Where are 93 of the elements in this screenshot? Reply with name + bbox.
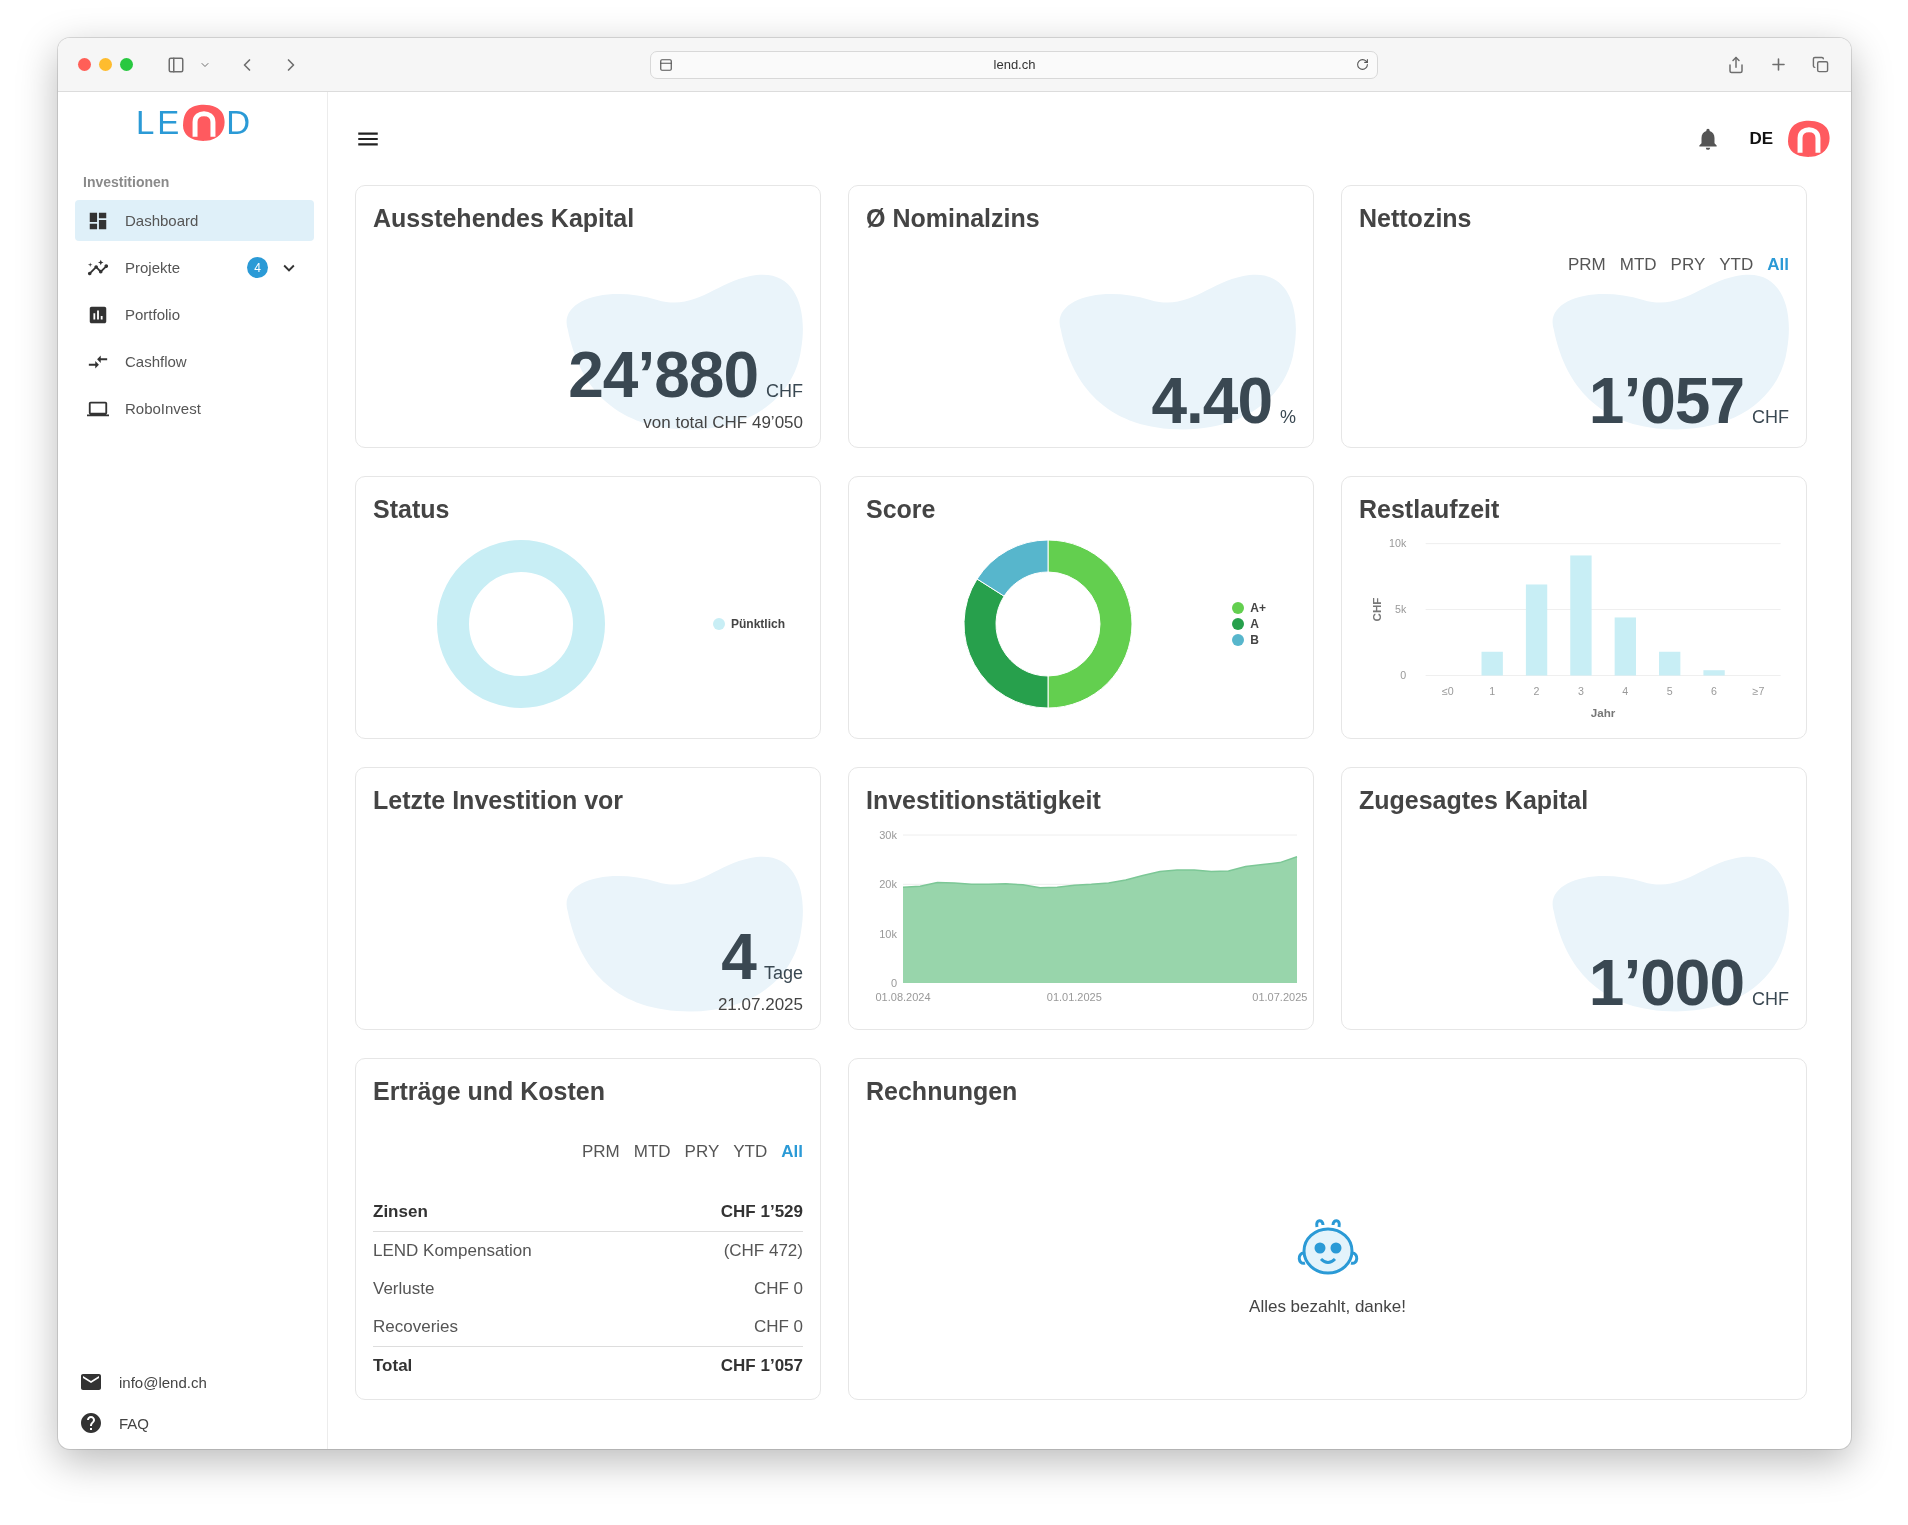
kpi-value: 4.40	[1151, 369, 1272, 433]
axis-tick-label: 30k	[879, 829, 897, 841]
axis-tick-label: 0	[890, 977, 897, 989]
axis-tick-label: 10k	[1389, 537, 1407, 550]
card-title: Letzte Investition vor	[373, 786, 625, 815]
card-title: Ausstehendes Kapital	[373, 204, 636, 233]
legend-label: A+	[1250, 601, 1266, 615]
kpi-unit: %	[1280, 407, 1296, 428]
kpi-unit: Tage	[763, 963, 803, 984]
period-tab[interactable]: PRM	[1568, 255, 1606, 275]
section-label: Investitionen	[83, 174, 171, 190]
kpi-note: von total CHF 49’050	[643, 413, 803, 433]
axis-tick-label: 3	[1577, 684, 1584, 697]
legend-label: A	[1250, 617, 1259, 631]
axis-tick-label: 4	[1622, 684, 1629, 697]
axis-tick-label: ≥7	[1752, 684, 1765, 697]
logo-arch-icon	[182, 104, 227, 142]
language-label[interactable]: DE	[1749, 128, 1773, 149]
kpi-unit: CHF	[766, 381, 803, 402]
nav-item[interactable]: Cashflow	[75, 341, 314, 382]
period-tab[interactable]: PRY	[1670, 255, 1706, 275]
bar	[1659, 651, 1681, 676]
nav-item[interactable]: RoboInvest	[75, 388, 314, 429]
row-label: Recoveries	[373, 1317, 459, 1337]
address-bar[interactable]: lend.ch	[650, 50, 1378, 79]
tabs-icon[interactable]	[1812, 56, 1829, 73]
card-title: Rechnungen	[866, 1077, 1019, 1106]
row-label: Verluste	[373, 1279, 435, 1299]
kpi-unit: CHF	[1752, 407, 1789, 428]
footer-link[interactable]: FAQ	[75, 1411, 314, 1435]
axis-tick-label: 01.01.2025	[1046, 991, 1102, 1003]
footer-link[interactable]: info@lend.ch	[75, 1370, 314, 1394]
reload-icon[interactable]	[1356, 58, 1369, 71]
bar	[1703, 670, 1725, 676]
period-tab[interactable]: PRM	[582, 1142, 620, 1162]
row-amount: CHF 1’057	[720, 1356, 803, 1376]
count-badge: 4	[247, 257, 268, 278]
period-tab[interactable]: PRY	[684, 1142, 720, 1162]
card-title: Erträge und Kosten	[373, 1077, 606, 1106]
sidebar-icon[interactable]	[167, 55, 185, 74]
axis-tick-label: 5k	[1394, 603, 1407, 616]
kpi-value: 24’880	[568, 343, 758, 407]
axis-tick-label: ≤0	[1441, 684, 1454, 697]
period-tab[interactable]: YTD	[733, 1142, 768, 1162]
empty-message: Alles bezahlt, danke!	[1249, 1296, 1406, 1317]
kpi-value: 4	[721, 925, 756, 989]
kpi-value: 1’000	[1588, 951, 1744, 1015]
row-label: Total	[373, 1356, 413, 1376]
legend-label: B	[1250, 633, 1259, 647]
axis-tick-label: 2	[1533, 684, 1540, 697]
card-title: Investitionstätigkeit	[866, 786, 1102, 815]
bar	[1614, 617, 1636, 676]
page-icon	[659, 57, 673, 72]
card-title: Restlaufzeit	[1359, 495, 1501, 524]
close-button[interactable]	[78, 58, 91, 71]
card-title: Status	[373, 495, 451, 524]
kpi-value: 1’057	[1588, 369, 1744, 433]
bar	[1481, 651, 1503, 676]
kpi-unit: CHF	[1752, 989, 1789, 1010]
card-title: Zugesagtes Kapital	[1359, 786, 1590, 815]
axis-tick-label: 10k	[879, 927, 897, 940]
kpi-note: 21.07.2025	[717, 995, 803, 1015]
card-title: Nettozins	[1359, 204, 1473, 233]
nav-item[interactable]: Dashboard	[75, 200, 314, 241]
axis-tick-label: 6	[1711, 684, 1718, 697]
card-title: Score	[866, 495, 937, 524]
axis-title: CHF	[1370, 597, 1383, 622]
row-amount: (CHF 472)	[723, 1241, 803, 1261]
period-tab[interactable]: MTD	[1619, 255, 1657, 275]
legend-label: Pünktlich	[731, 617, 785, 631]
row-amount: CHF 0	[753, 1317, 803, 1337]
row-label: LEND Kompensation	[373, 1241, 532, 1261]
help-icon	[79, 1411, 103, 1435]
period-tab[interactable]: MTD	[633, 1142, 671, 1162]
axis-tick-label: 20k	[879, 878, 897, 891]
axis-tick-label: 0	[1400, 669, 1407, 682]
axis-tick-label: 01.07.2025	[1252, 991, 1308, 1003]
axis-tick-label: 01.08.2024	[875, 991, 931, 1003]
axis-tick-label: 5	[1666, 684, 1673, 697]
plus-icon[interactable]	[1769, 55, 1788, 74]
avatar-icon[interactable]	[1787, 119, 1831, 158]
logo-text: D	[226, 104, 254, 142]
axis-title: Jahr	[1590, 706, 1616, 720]
share-icon[interactable]	[1727, 55, 1745, 74]
row-amount: CHF 1’529	[720, 1202, 803, 1222]
logo-text: LE	[135, 104, 183, 142]
row-label: Zinsen	[373, 1202, 428, 1222]
nav-item[interactable]: Portfolio	[75, 294, 314, 335]
card-title: Ø Nominalzins	[866, 204, 1041, 233]
nav-item[interactable]: Projekte 4	[75, 247, 314, 288]
period-tab[interactable]: YTD	[1719, 255, 1754, 275]
row-amount: CHF 0	[753, 1279, 803, 1299]
axis-tick-label: 1	[1489, 684, 1496, 697]
